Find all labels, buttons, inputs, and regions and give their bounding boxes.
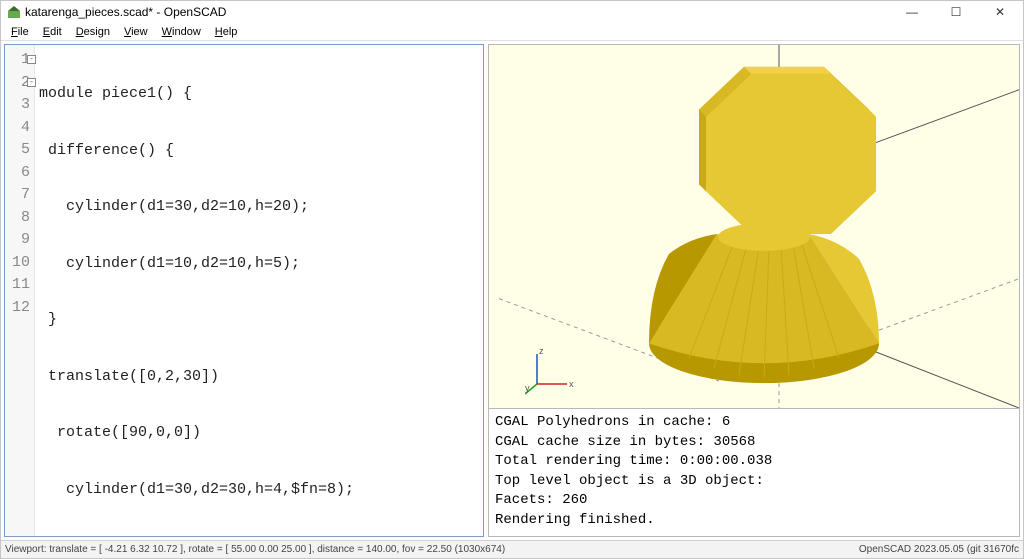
line-number: 1-: [5, 49, 34, 72]
code-line: }: [39, 535, 477, 537]
right-pane: x y z CGAL Polyhedrons in cache: 6 CGAL …: [488, 44, 1020, 537]
line-number: 7: [5, 184, 34, 207]
axis-z-label: z: [539, 346, 544, 356]
close-button[interactable]: ✕: [987, 3, 1013, 21]
line-number: 12: [5, 297, 34, 320]
code-line: }: [39, 309, 477, 332]
line-gutter: 1- 2- 3 4 5 6 7 8 9 10 11 12: [5, 45, 35, 536]
fold-icon[interactable]: -: [27, 78, 36, 87]
menu-design[interactable]: Design: [70, 26, 116, 38]
work-area: 1- 2- 3 4 5 6 7 8 9 10 11 12 module piec…: [1, 41, 1023, 540]
menu-file[interactable]: File: [5, 26, 35, 38]
console-line: CGAL cache size in bytes: 30568: [495, 433, 1013, 453]
line-number: 11: [5, 274, 34, 297]
line-number: 5: [5, 139, 34, 162]
code-line: cylinder(d1=30,d2=10,h=20);: [39, 196, 477, 219]
fold-icon[interactable]: -: [27, 55, 36, 64]
code-editor[interactable]: 1- 2- 3 4 5 6 7 8 9 10 11 12 module piec…: [4, 44, 484, 537]
console-line: Facets: 260: [495, 491, 1013, 511]
status-viewport-info: Viewport: translate = [ -4.21 6.32 10.72…: [5, 544, 505, 555]
axis-x-label: x: [569, 379, 574, 389]
code-line: module piece1() {: [39, 83, 477, 106]
console-line: Rendering finished.: [495, 511, 1013, 531]
main-window: katarenga_pieces.scad* - OpenSCAD — ☐ ✕ …: [0, 0, 1024, 559]
axis-y-label: y: [525, 383, 530, 393]
menubar: File Edit Design View Window Help: [1, 23, 1023, 41]
console-line: Top level object is a 3D object:: [495, 472, 1013, 492]
code-line: cylinder(d1=10,d2=10,h=5);: [39, 253, 477, 276]
titlebar: katarenga_pieces.scad* - OpenSCAD — ☐ ✕: [1, 1, 1023, 23]
code-line: translate([0,2,30]): [39, 366, 477, 389]
menu-window[interactable]: Window: [156, 26, 207, 38]
menu-edit[interactable]: Edit: [37, 26, 68, 38]
window-title: katarenga_pieces.scad* - OpenSCAD: [25, 5, 226, 19]
window-controls: — ☐ ✕: [899, 3, 1017, 21]
line-number: 10: [5, 252, 34, 275]
line-number: 2-: [5, 72, 34, 95]
statusbar: Viewport: translate = [ -4.21 6.32 10.72…: [1, 540, 1023, 558]
line-number: 9: [5, 229, 34, 252]
code-line: difference() {: [39, 140, 477, 163]
line-number: 3: [5, 94, 34, 117]
app-icon: [7, 5, 21, 19]
menu-help[interactable]: Help: [209, 26, 244, 38]
minimize-button[interactable]: —: [899, 3, 925, 21]
line-number: 4: [5, 117, 34, 140]
menu-view[interactable]: View: [118, 26, 154, 38]
code-line: rotate([90,0,0]): [39, 422, 477, 445]
line-number: 8: [5, 207, 34, 230]
axis-gizmo: x y z: [525, 346, 575, 396]
line-number: 6: [5, 162, 34, 185]
code-line: cylinder(d1=30,d2=30,h=4,$fn=8);: [39, 479, 477, 502]
console-line: CGAL Polyhedrons in cache: 6: [495, 413, 1013, 433]
maximize-button[interactable]: ☐: [943, 3, 969, 21]
console-line: Total rendering time: 0:00:00.038: [495, 452, 1013, 472]
code-area[interactable]: module piece1() { difference() { cylinde…: [35, 45, 483, 536]
3d-viewport[interactable]: x y z: [488, 44, 1020, 409]
status-version: OpenSCAD 2023.05.05 (git 31670fc: [859, 544, 1019, 555]
console-output[interactable]: CGAL Polyhedrons in cache: 6 CGAL cache …: [488, 409, 1020, 537]
